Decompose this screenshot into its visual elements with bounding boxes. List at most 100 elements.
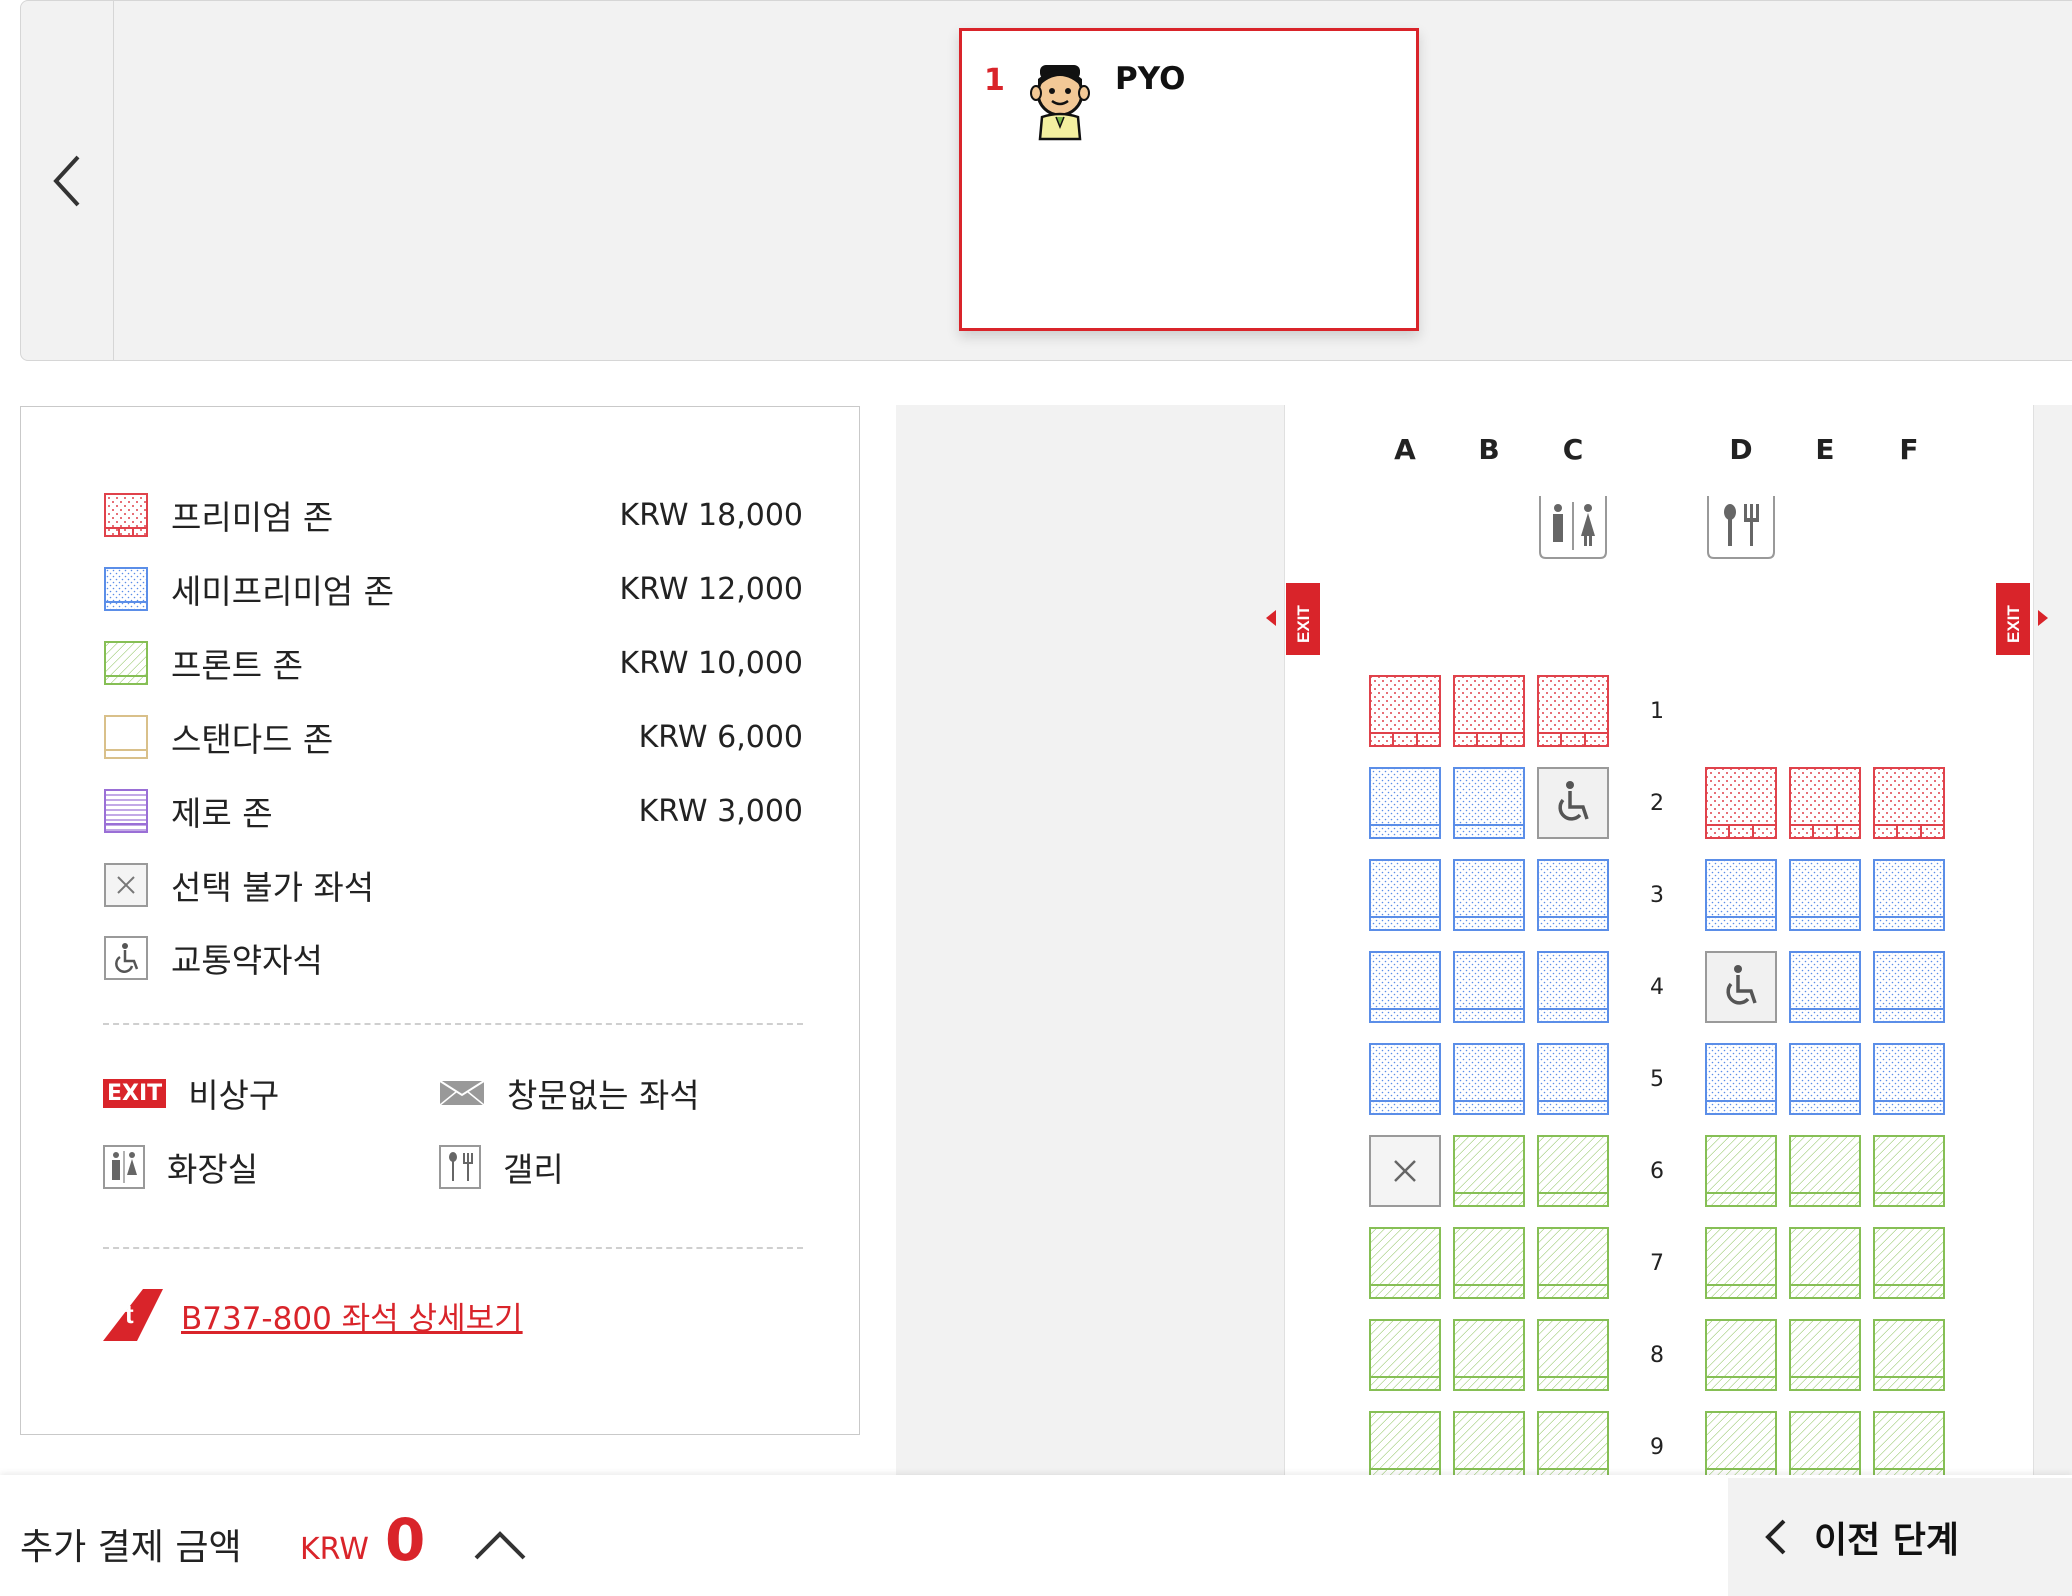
seat-4d[interactable] <box>1705 951 1777 1023</box>
passenger-prev-button[interactable] <box>21 1 114 360</box>
seat-9b[interactable] <box>1453 1411 1525 1483</box>
seat-8a[interactable] <box>1369 1319 1441 1391</box>
seat-9c[interactable] <box>1537 1411 1609 1483</box>
seat-7a[interactable] <box>1369 1227 1441 1299</box>
seat-2c[interactable] <box>1537 767 1609 839</box>
aircraft-detail-link[interactable]: B737-800 좌석 상세보기 <box>181 1293 523 1338</box>
seat-1b[interactable] <box>1453 675 1525 747</box>
seat-7f[interactable] <box>1873 1227 1945 1299</box>
seat-1c[interactable] <box>1537 675 1609 747</box>
galley-icon <box>439 1145 481 1189</box>
column-header-e: E <box>1815 433 1835 466</box>
cabin-galley-icon <box>1707 496 1775 559</box>
aircraft-detail: t B737-800 좌석 상세보기 <box>103 1289 523 1341</box>
legend-front: 프론트 존 KRW 10,000 <box>103 639 803 687</box>
seat-5d[interactable] <box>1705 1043 1777 1115</box>
row-number: 8 <box>1650 1343 1664 1368</box>
seat-5a[interactable] <box>1369 1043 1441 1115</box>
legend-semi-premium: 세미프리미엄 존 KRW 12,000 <box>103 565 803 613</box>
legend-divider <box>103 1247 803 1249</box>
legend-unavailable: 선택 불가 좌석 <box>103 861 803 909</box>
chevron-up-icon[interactable] <box>472 1524 528 1564</box>
seat-7e[interactable] <box>1789 1227 1861 1299</box>
seat-6e[interactable] <box>1789 1135 1861 1207</box>
seat-4b[interactable] <box>1453 951 1525 1023</box>
seat-9f[interactable] <box>1873 1411 1945 1483</box>
seat-4e[interactable] <box>1789 951 1861 1023</box>
seat-7d[interactable] <box>1705 1227 1777 1299</box>
exit-left-arrow-icon <box>1266 610 1276 626</box>
passenger-card[interactable]: 1 PYO <box>959 28 1419 331</box>
seat-3c[interactable] <box>1537 859 1609 931</box>
passenger-avatar-icon <box>1030 65 1090 141</box>
wheelchair-icon <box>104 936 148 980</box>
lavatory-icon <box>103 1145 145 1189</box>
seat-5c[interactable] <box>1537 1043 1609 1115</box>
legend-label: 선택 불가 좌석 <box>171 868 375 907</box>
seat-5b[interactable] <box>1453 1043 1525 1115</box>
seat-8c[interactable] <box>1537 1319 1609 1391</box>
column-header-d: D <box>1729 433 1753 466</box>
legend-label: 스탠다드 존 <box>171 720 334 759</box>
legend-label: 교통약자석 <box>171 941 323 980</box>
seat-3e[interactable] <box>1789 859 1861 931</box>
legend-standard: 스탠다드 존 KRW 6,000 <box>103 713 803 761</box>
previous-step-button[interactable]: 이전 단계 <box>1728 1478 2072 1596</box>
seat-8b[interactable] <box>1453 1319 1525 1391</box>
seat-6f[interactable] <box>1873 1135 1945 1207</box>
legend-label: 화장실 <box>167 1150 259 1189</box>
row-number: 7 <box>1650 1251 1664 1276</box>
exit-right: EXIT <box>1996 583 2030 655</box>
column-header-b: B <box>1478 433 1500 466</box>
seat-9a[interactable] <box>1369 1411 1441 1483</box>
standard-seat-icon <box>104 715 148 759</box>
seat-3f[interactable] <box>1873 859 1945 931</box>
seat-6c[interactable] <box>1537 1135 1609 1207</box>
legend-accessible: 교통약자석 <box>103 934 803 982</box>
legend-label: 비상구 <box>188 1076 280 1115</box>
legend-no-window: 창문없는 좌석 <box>439 1069 700 1117</box>
legend-label: 제로 존 <box>171 794 273 833</box>
seat-4a[interactable] <box>1369 951 1441 1023</box>
legend-price: KRW 6,000 <box>638 719 803 755</box>
seat-7b[interactable] <box>1453 1227 1525 1299</box>
seat-9e[interactable] <box>1789 1411 1861 1483</box>
previous-step-label: 이전 단계 <box>1814 1520 1960 1561</box>
seat-2b[interactable] <box>1453 767 1525 839</box>
legend-galley: 갤리 <box>439 1143 564 1191</box>
chevron-left-icon <box>53 155 80 206</box>
seat-4f[interactable] <box>1873 951 1945 1023</box>
exit-left-label: EXIT <box>1294 605 1313 643</box>
seat-6b[interactable] <box>1453 1135 1525 1207</box>
seat-8d[interactable] <box>1705 1319 1777 1391</box>
seat-2e[interactable] <box>1789 767 1861 839</box>
legend-label: 갤리 <box>503 1150 564 1189</box>
seat-3a[interactable] <box>1369 859 1441 931</box>
legend-price: KRW 18,000 <box>619 497 803 533</box>
column-header-c: C <box>1562 433 1584 466</box>
seat-2a[interactable] <box>1369 767 1441 839</box>
exit-left: EXIT <box>1286 583 1320 655</box>
seat-1a[interactable] <box>1369 675 1441 747</box>
seat-3d[interactable] <box>1705 859 1777 931</box>
seat-7c[interactable] <box>1537 1227 1609 1299</box>
chevron-left-icon <box>1765 1519 1786 1555</box>
payment-currency: KRW <box>300 1532 369 1567</box>
seat-3b[interactable] <box>1453 859 1525 931</box>
svg-text:t: t <box>125 1299 134 1329</box>
seat-5f[interactable] <box>1873 1043 1945 1115</box>
passenger-name: PYO <box>1115 61 1186 97</box>
legend-label: 창문없는 좌석 <box>507 1076 700 1115</box>
seat-4c[interactable] <box>1537 951 1609 1023</box>
seat-2f[interactable] <box>1873 767 1945 839</box>
seat-legend: 프리미엄 존 KRW 18,000 세미프리미엄 존 KRW 12,000 프론… <box>20 406 860 1435</box>
row-number: 3 <box>1650 883 1664 908</box>
seat-6d[interactable] <box>1705 1135 1777 1207</box>
seat-8e[interactable] <box>1789 1319 1861 1391</box>
seat-8f[interactable] <box>1873 1319 1945 1391</box>
seat-2d[interactable] <box>1705 767 1777 839</box>
premium-seat-icon <box>104 493 148 537</box>
legend-price: KRW 12,000 <box>619 571 803 607</box>
seat-9d[interactable] <box>1705 1411 1777 1483</box>
seat-5e[interactable] <box>1789 1043 1861 1115</box>
